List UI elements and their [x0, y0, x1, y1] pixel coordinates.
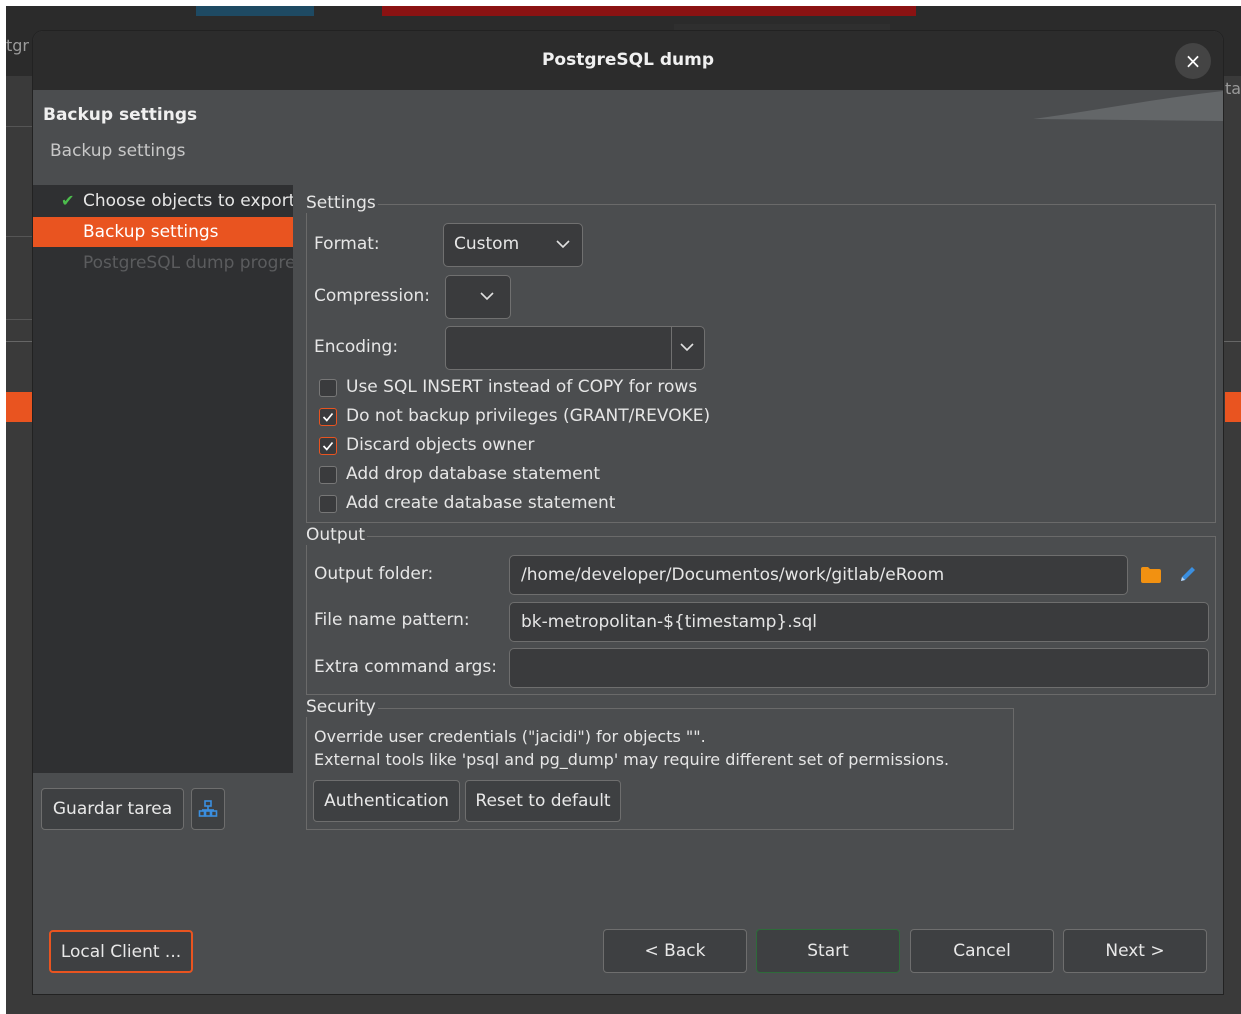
task-tree-icon: [198, 800, 218, 817]
checkbox-label: Do not backup privileges (GRANT/REVOKE): [346, 406, 711, 426]
background-tab-strip: [196, 6, 314, 16]
extra-command-args-label: Extra command args:: [314, 657, 498, 677]
checkmark-icon: [322, 441, 334, 451]
file-name-pattern-label: File name pattern:: [314, 610, 470, 630]
wizard-step-list: ✔ Choose objects to export Backup settin…: [33, 185, 293, 773]
wizard-step-label: PostgreSQL dump progress: [83, 253, 293, 273]
checkbox-label: Add create database statement: [346, 493, 616, 513]
background-divider: [6, 236, 36, 237]
local-client-button[interactable]: Local Client ...: [49, 930, 193, 973]
close-icon: ×: [1184, 49, 1202, 73]
encoding-select[interactable]: [445, 326, 705, 370]
cancel-button[interactable]: Cancel: [910, 929, 1054, 973]
header-decoration-icon: [1033, 91, 1223, 121]
next-button[interactable]: Next >: [1063, 929, 1207, 973]
close-button[interactable]: ×: [1175, 43, 1211, 79]
compression-select[interactable]: [445, 275, 511, 319]
security-group-title: Security: [306, 697, 378, 717]
background-divider: [6, 319, 36, 320]
back-button[interactable]: < Back: [603, 929, 747, 973]
output-group-title: Output: [306, 525, 368, 545]
checkmark-icon: [322, 412, 334, 422]
security-override-text: Override user credentials ("jacidi") for…: [314, 727, 706, 746]
chevron-down-icon: [672, 327, 702, 369]
start-button[interactable]: Start: [756, 929, 900, 973]
page-title: Backup settings: [43, 105, 198, 125]
format-select[interactable]: Custom: [443, 223, 583, 267]
wizard-step-label: Choose objects to export: [83, 191, 293, 211]
page-subtitle: Backup settings: [50, 141, 186, 161]
chevron-down-icon: [548, 224, 578, 266]
wizard-step-backup-settings[interactable]: Backup settings: [33, 217, 293, 247]
encoding-label: Encoding:: [314, 337, 399, 357]
output-folder-input[interactable]: /home/developer/Documentos/work/gitlab/e…: [509, 555, 1128, 595]
authentication-button[interactable]: Authentication: [313, 780, 460, 822]
checkbox-label: Use SQL INSERT instead of COPY for rows: [346, 377, 698, 397]
wizard-step-dump-progress: PostgreSQL dump progress: [33, 248, 293, 278]
checkbox-box[interactable]: [319, 495, 337, 513]
format-label: Format:: [314, 234, 380, 254]
background-label: tgr: [6, 36, 30, 55]
output-folder-label: Output folder:: [314, 564, 434, 584]
file-name-pattern-input[interactable]: bk-metropolitan-${timestamp}.sql: [509, 602, 1209, 642]
folder-icon[interactable]: [1141, 567, 1161, 583]
checkmark-icon: ✔: [61, 191, 75, 210]
format-value: Custom: [454, 234, 520, 254]
background-selected-row: [1225, 392, 1241, 422]
checkbox-box[interactable]: [319, 408, 337, 426]
compression-label: Compression:: [314, 286, 431, 306]
background-banner-strip: [382, 6, 916, 16]
security-warning-text: External tools like 'psql and pg_dump' m…: [314, 750, 950, 769]
postgresql-dump-dialog: PostgreSQL dump × Backup settings Backup…: [33, 31, 1223, 994]
checkbox-box[interactable]: [319, 466, 337, 484]
wizard-step-label: Backup settings: [83, 222, 219, 242]
checkbox-box[interactable]: [319, 379, 337, 397]
background-selected-row: [6, 392, 36, 422]
wizard-step-choose-objects[interactable]: ✔ Choose objects to export: [33, 186, 293, 216]
checkbox-label: Add drop database statement: [346, 464, 601, 484]
background-divider: [6, 126, 36, 127]
dialog-titlebar[interactable]: PostgreSQL dump ×: [33, 31, 1223, 90]
task-configuration-button[interactable]: [191, 788, 225, 830]
background-label: ta: [1225, 79, 1241, 98]
dialog-title: PostgreSQL dump: [541, 50, 715, 70]
reset-to-default-button[interactable]: Reset to default: [465, 780, 621, 822]
settings-group-title: Settings: [306, 193, 378, 213]
extra-command-args-input[interactable]: [509, 648, 1209, 688]
checkbox-box[interactable]: [319, 437, 337, 455]
checkbox-label: Discard objects owner: [346, 435, 535, 455]
edit-pencil-icon[interactable]: [1178, 564, 1198, 584]
save-task-button[interactable]: Guardar tarea: [41, 788, 184, 830]
chevron-down-icon: [472, 276, 502, 318]
